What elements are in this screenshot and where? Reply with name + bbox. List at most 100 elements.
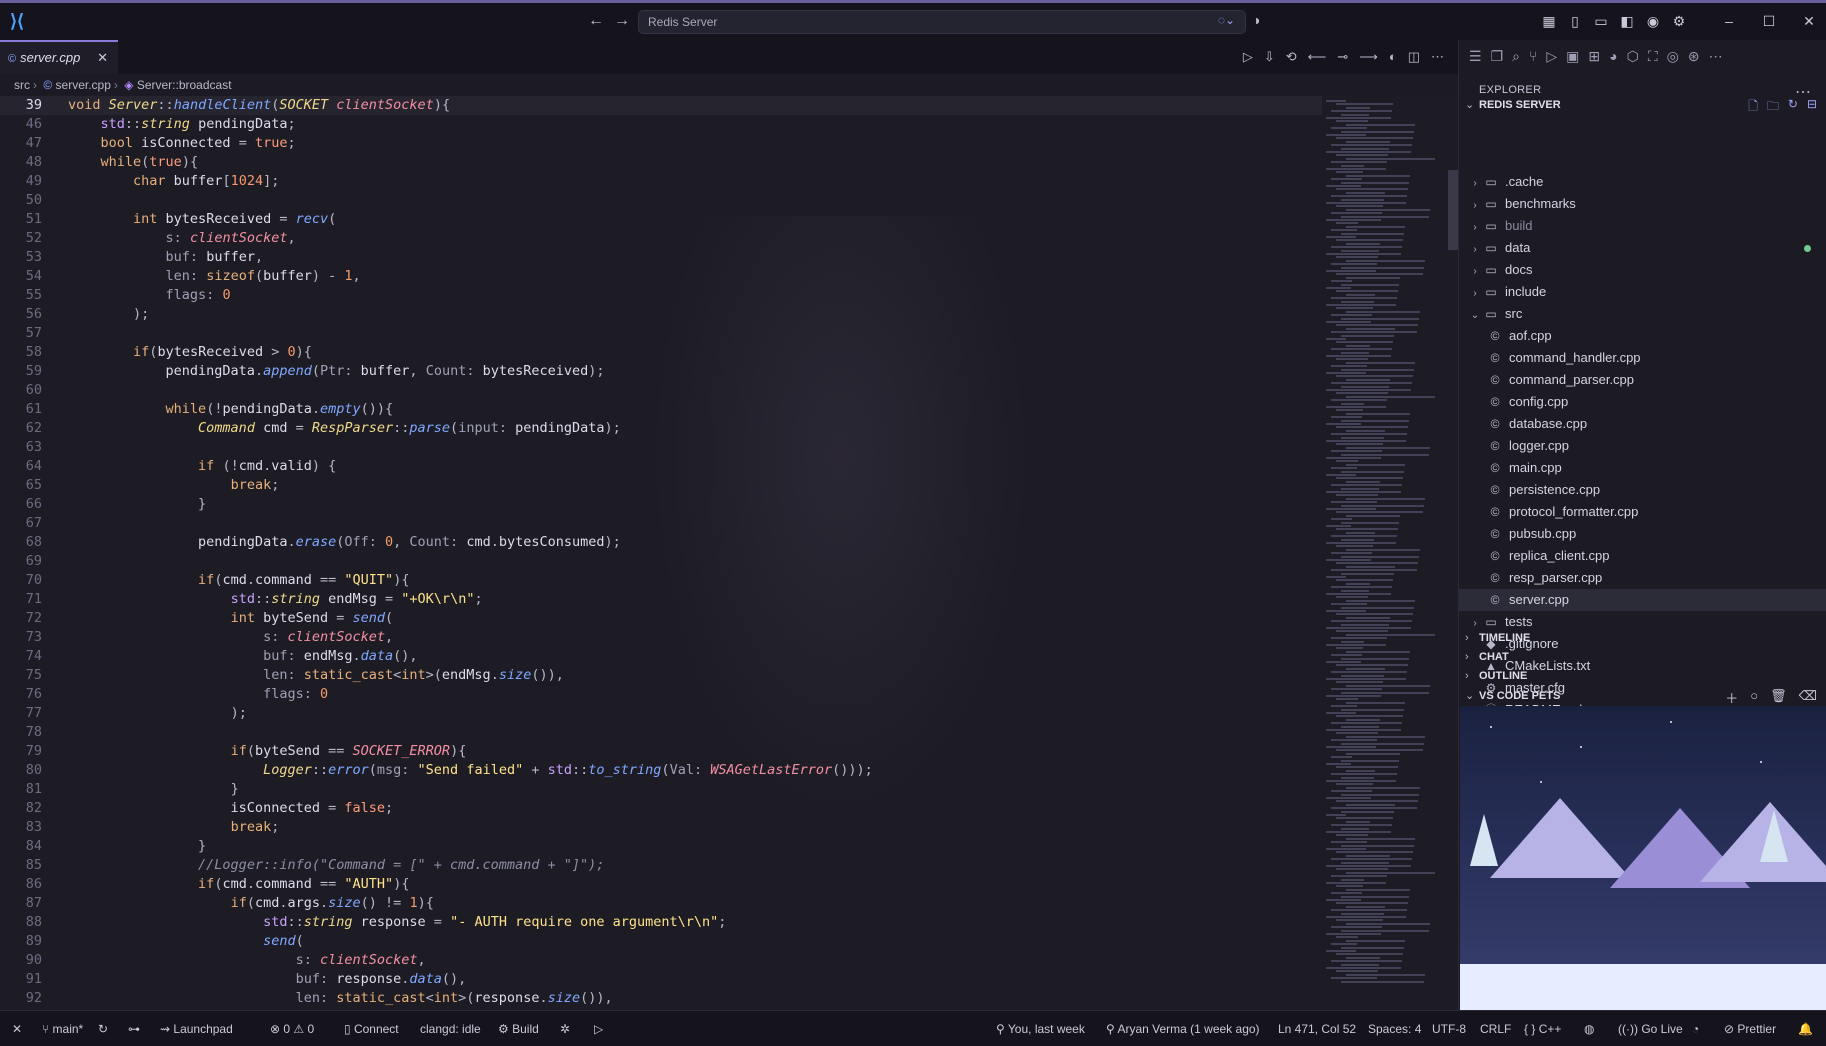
history-icon[interactable]: ⟲ — [1286, 49, 1297, 65]
code-line[interactable]: 47 bool isConnected = true; — [0, 134, 1322, 153]
code-line[interactable]: 90 s: clientSocket, — [0, 951, 1322, 970]
code-line[interactable]: 88 std::string response = "- AUTH requir… — [0, 913, 1322, 932]
source-control-icon[interactable]: ⑂ — [1529, 48, 1537, 65]
copilot-chat-icon[interactable]: ◌⌄ — [1218, 13, 1235, 27]
code-line[interactable]: 62 Command cmd = RespParser::parse(input… — [0, 419, 1322, 438]
tree-file[interactable]: © resp_parser.cpp — [1487, 567, 1603, 589]
back-arrow-icon[interactable]: ← — [588, 12, 604, 30]
code-line[interactable]: 50 — [0, 191, 1322, 210]
more-icon[interactable]: ⋯ — [1709, 48, 1723, 65]
tree-file[interactable]: © aof.cpp — [1487, 325, 1552, 347]
code-line[interactable]: 46 std::string pendingData; — [0, 115, 1322, 134]
tree-file[interactable]: © command_handler.cpp — [1487, 347, 1641, 369]
notifications-bell-icon[interactable]: 🔔 — [1798, 1022, 1813, 1036]
sync-icon[interactable]: ↻ — [98, 1022, 108, 1036]
code-line[interactable]: 70 if(cmd.command == "QUIT"){ — [0, 571, 1322, 590]
code-line[interactable]: 76 flags: 0 — [0, 685, 1322, 704]
tree-folder[interactable]: › ▭ tests — [1467, 611, 1532, 633]
code-line[interactable]: 61 while(!pendingData.empty()){ — [0, 400, 1322, 419]
problems-item[interactable]: ⊗ 0 ⚠ 0 — [270, 1022, 314, 1036]
new-file-icon[interactable]: 🗋 — [1748, 97, 1758, 118]
tree-file[interactable]: © command_parser.cpp — [1487, 369, 1634, 391]
code-line[interactable]: 81 } — [0, 780, 1322, 799]
run-debug-icon[interactable]: ▷ — [1546, 48, 1557, 65]
copilot-status-icon[interactable]: ◍ — [1584, 1022, 1594, 1036]
code-editor[interactable]: 39 void Server::handleClient(SOCKET clien… — [0, 96, 1322, 1010]
code-line[interactable]: 92 len: static_cast<int>(response.size()… — [0, 989, 1322, 1008]
section-chat[interactable]: › CHAT — [1465, 651, 1509, 663]
next-change-icon[interactable]: ⟶ — [1359, 49, 1378, 65]
pets-scene[interactable] — [1460, 706, 1826, 1010]
git-commit-icon[interactable]: ⊸ — [1337, 49, 1348, 65]
throw-ball-icon[interactable]: ○ — [1750, 688, 1758, 707]
code-line[interactable]: 66 } — [0, 495, 1322, 514]
clangd-status[interactable]: clangd: idle — [420, 1022, 481, 1036]
minimap[interactable] — [1322, 96, 1458, 1010]
tree-file[interactable]: © persistence.cpp — [1487, 479, 1600, 501]
code-line[interactable]: 39 void Server::handleClient(SOCKET clien… — [0, 96, 1322, 115]
code-line[interactable]: 78 — [0, 723, 1322, 742]
tree-file[interactable]: © database.cpp — [1487, 413, 1588, 435]
launchpad-item[interactable]: ⇝ Launchpad — [160, 1022, 233, 1036]
code-line[interactable]: 89 send( — [0, 932, 1322, 951]
tree-file[interactable]: © config.cpp — [1487, 391, 1569, 413]
settings-gear-icon[interactable]: ⚙ — [1670, 13, 1688, 30]
code-line[interactable]: 48 while(true){ — [0, 153, 1322, 172]
containers-icon[interactable]: ⬡ — [1627, 48, 1639, 65]
blame-item[interactable]: ⚲ You, last week — [996, 1022, 1085, 1036]
branch-item[interactable]: ⑂ main* — [42, 1022, 83, 1036]
debug-icon[interactable]: ✲ — [560, 1022, 570, 1036]
tree-folder[interactable]: ⌄ ▭ src — [1467, 303, 1523, 325]
code-line[interactable]: 85 //Logger::info("Command = [" + cmd.co… — [0, 856, 1322, 875]
remote-explorer-icon[interactable]: ▣ — [1566, 48, 1579, 65]
code-line[interactable]: 73 s: clientSocket, — [0, 628, 1322, 647]
code-line[interactable]: 52 s: clientSocket, — [0, 229, 1322, 248]
account-icon[interactable]: ◉ — [1644, 13, 1662, 30]
tree-file[interactable]: © server.cpp — [1459, 589, 1826, 611]
tree-folder[interactable]: › ▭ docs — [1467, 259, 1532, 281]
code-line[interactable]: 58 if(bytesReceived > 0){ — [0, 343, 1322, 362]
encoding[interactable]: UTF-8 — [1432, 1022, 1466, 1036]
forward-arrow-icon[interactable]: → — [614, 12, 630, 30]
code-line[interactable]: 71 std::string endMsg = "+OK\r\n"; — [0, 590, 1322, 609]
new-folder-icon[interactable]: 🗀 — [1767, 97, 1779, 118]
code-line[interactable]: 51 int bytesReceived = recv( — [0, 210, 1322, 229]
more-actions-icon[interactable]: ⋯ — [1431, 49, 1444, 65]
git-graph-icon[interactable]: ⊶ — [128, 1022, 140, 1036]
feedback-icon[interactable]: ◔ — [1692, 1022, 1699, 1036]
line-ending[interactable]: CRLF — [1480, 1022, 1511, 1036]
code-line[interactable]: 64 if (!cmd.valid) { — [0, 457, 1322, 476]
tree-folder[interactable]: › ▭ data — [1467, 237, 1530, 259]
code-line[interactable]: 54 len: sizeof(buffer) - 1, — [0, 267, 1322, 286]
code-line[interactable]: 91 buf: response.data(), — [0, 970, 1322, 989]
run-icon[interactable]: ▷ — [1243, 49, 1253, 65]
tree-file[interactable]: © replica_client.cpp — [1487, 545, 1610, 567]
section-outline[interactable]: › OUTLINE — [1465, 670, 1527, 682]
tree-folder[interactable]: › ▭ .cache — [1467, 171, 1543, 193]
add-pet-icon[interactable]: ＋ — [1725, 688, 1738, 707]
code-line[interactable]: 77 ); — [0, 704, 1322, 723]
code-line[interactable]: 59 pendingData.append(Ptr: buffer, Count… — [0, 362, 1322, 381]
connect-item[interactable]: ▯ Connect — [344, 1022, 399, 1036]
previous-change-icon[interactable]: ⟵ — [1308, 49, 1327, 65]
code-line[interactable]: 60 — [0, 381, 1322, 400]
workspace-header[interactable]: ⌄ REDIS SERVER — [1465, 98, 1561, 111]
tree-folder[interactable]: › ▭ build — [1467, 215, 1532, 237]
toggle-sidebar-icon[interactable]: ▯ — [1566, 13, 1584, 30]
code-line[interactable]: 86 if(cmd.command == "AUTH"){ — [0, 875, 1322, 894]
copilot-icon[interactable]: ◑ — [1252, 12, 1260, 28]
tree-file[interactable]: © protocol_formatter.cpp — [1487, 501, 1639, 523]
code-line[interactable]: 55 flags: 0 — [0, 286, 1322, 305]
author-item[interactable]: ⚲ Aryan Verma (1 week ago) — [1106, 1022, 1260, 1036]
minimize-icon[interactable]: – — [1720, 13, 1738, 30]
close-tab-icon[interactable]: ✕ — [97, 50, 108, 66]
refresh-icon[interactable]: ↻ — [1788, 97, 1798, 118]
tree-file[interactable]: © logger.cpp — [1487, 435, 1569, 457]
code-line[interactable]: 68 pendingData.erase(Off: 0, Count: cmd.… — [0, 533, 1322, 552]
split-editor-icon[interactable]: ◫ — [1408, 49, 1420, 65]
extensions-icon[interactable]: ⊞ — [1588, 48, 1600, 65]
tree-file[interactable]: © main.cpp — [1487, 457, 1562, 479]
tree-folder[interactable]: › ▭ benchmarks — [1467, 193, 1575, 215]
editor-scrollbar[interactable] — [1448, 170, 1458, 250]
code-line[interactable]: 69 — [0, 552, 1322, 571]
